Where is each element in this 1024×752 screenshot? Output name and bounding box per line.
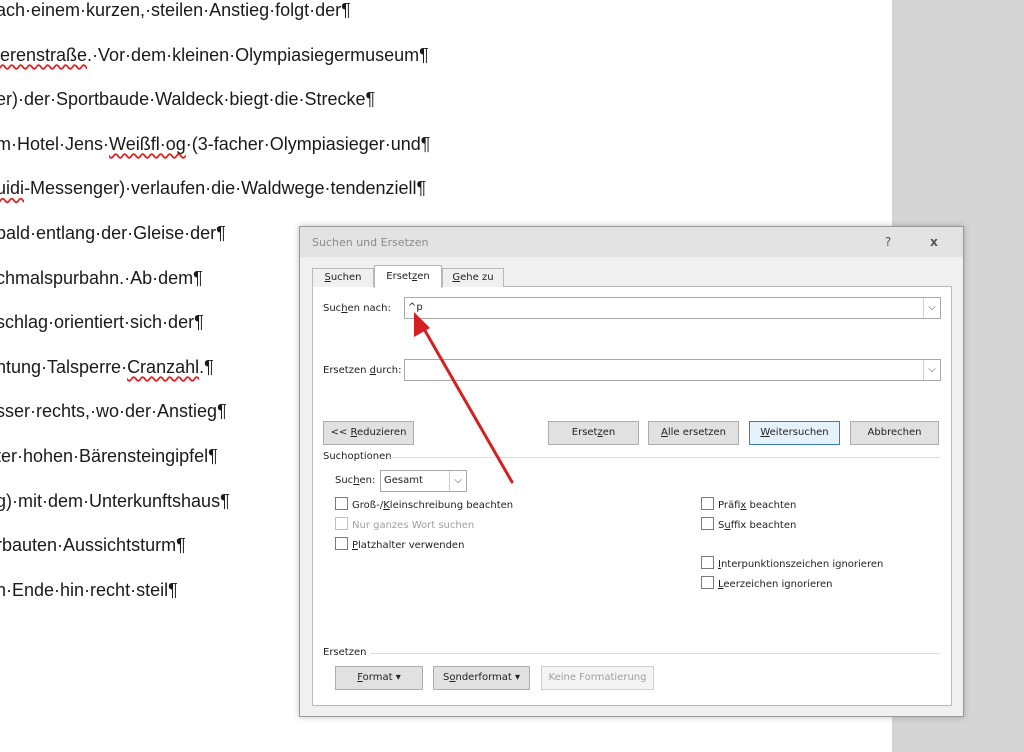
replace-section-separator xyxy=(370,653,940,654)
document-line: uidi-Messenger)·verlaufen·die·Waldwege·t… xyxy=(0,178,426,199)
replace-section-label: Ersetzen xyxy=(323,647,367,658)
tab-ersetzen[interactable]: Ersetzen xyxy=(374,265,442,288)
checkbox-label: Nur ganzes Wort suchen xyxy=(352,520,475,531)
search-direction-select[interactable]: Gesamt ⌵ xyxy=(380,470,467,492)
option-checkbox-right[interactable]: Suffix beachten xyxy=(701,517,796,531)
checkbox-label: Interpunktionszeichen ignorieren xyxy=(718,559,884,570)
document-text: .¶ xyxy=(199,356,214,377)
option-checkbox-right[interactable]: Interpunktionszeichen ignorieren xyxy=(701,556,883,570)
find-next-button[interactable]: Weitersuchen xyxy=(749,421,840,445)
search-direction-dropdown-icon[interactable]: ⌵ xyxy=(449,471,466,491)
replace-input[interactable]: ⌵ xyxy=(404,359,941,381)
find-dropdown-icon[interactable]: ⌵ xyxy=(923,298,940,318)
document-line: g)·mit·dem·Unterkunftshaus¶ xyxy=(0,491,230,512)
replace-button[interactable]: Ersetzen xyxy=(548,421,639,445)
option-checkbox-right[interactable]: Präfix beachten xyxy=(701,497,796,511)
dialog-titlebar[interactable]: Suchen und Ersetzen ? x xyxy=(300,227,963,257)
checkbox-icon[interactable] xyxy=(701,576,714,589)
spelling-error-text: Cranzahl xyxy=(127,356,200,377)
document-text: bald·entlang·der·Gleise·der¶ xyxy=(0,223,226,243)
document-line: ter·hohen·Bärensteingipfel¶ xyxy=(0,446,218,467)
document-line: sser·rechts,·wo·der·Anstieg¶ xyxy=(0,401,227,422)
search-direction-label: Suchen: xyxy=(335,475,376,486)
options-separator xyxy=(388,457,940,458)
replace-dropdown-icon[interactable]: ⌵ xyxy=(923,360,940,380)
document-line: chmalspurbahn.·Ab·dem¶ xyxy=(0,268,203,289)
format-button[interactable]: Format ▾ xyxy=(335,666,423,690)
option-checkbox-left[interactable]: Groß-/Kleinschreibung beachten xyxy=(335,497,513,511)
checkbox-icon[interactable] xyxy=(701,517,714,530)
document-text: g)·mit·dem·Unterkunftshaus¶ xyxy=(0,490,230,511)
document-line: bald·entlang·der·Gleise·der¶ xyxy=(0,223,226,244)
document-text: schlag·orientiert·sich·der¶ xyxy=(0,312,204,333)
document-line: ierenstraße.·Vor·dem·kleinen·Olympiasieg… xyxy=(0,45,429,66)
checkbox-label: Platzhalter verwenden xyxy=(352,540,465,551)
checkbox-label: Präfix beachten xyxy=(718,500,797,511)
less-button[interactable]: << Reduzieren xyxy=(323,421,414,445)
replace-label: Ersetzen durch: xyxy=(323,365,402,376)
document-text: .·Vor·dem·kleinen·Olympiasiegermuseum¶ xyxy=(87,44,429,65)
spelling-error-text: Weißfl·og xyxy=(109,133,186,154)
options-label: Suchoptionen xyxy=(323,451,392,462)
document-text: ach·einem·kurzen,·steilen·Anstieg·folgt·… xyxy=(0,0,351,20)
document-text: htung·Talsperre· xyxy=(0,356,128,377)
checkbox-label: Leerzeichen ignorieren xyxy=(718,579,833,590)
document-line: m·Hotel·Jens·Weißfl·og·(3-facher·Olympia… xyxy=(0,134,430,155)
checkbox-label: Suffix beachten xyxy=(718,520,797,531)
checkbox-icon[interactable] xyxy=(701,556,714,569)
find-input[interactable]: ^p ⌵ xyxy=(404,297,941,319)
find-label: Suchen nach: xyxy=(323,303,391,314)
special-format-button[interactable]: Sonderformat ▾ xyxy=(433,666,530,690)
option-checkbox-left: Nur ganzes Wort suchen xyxy=(335,517,474,531)
document-text: -Messenger)·verlaufen·die·Waldwege·tende… xyxy=(24,178,427,199)
find-replace-dialog: Suchen und Ersetzen ? x Suchen Ersetzen … xyxy=(299,226,964,717)
find-value: ^p xyxy=(408,302,423,313)
tab-suchen[interactable]: Suchen xyxy=(312,268,374,287)
option-checkbox-left[interactable]: Platzhalter verwenden xyxy=(335,537,464,551)
search-direction-value: Gesamt xyxy=(384,475,423,486)
checkbox-icon[interactable] xyxy=(335,537,348,550)
document-text: sser·rechts,·wo·der·Anstieg¶ xyxy=(0,401,227,422)
spelling-error-text: uidi xyxy=(0,178,25,199)
document-text: ter·hohen·Bärensteingipfel¶ xyxy=(0,446,218,466)
checkbox-label: Groß-/Kleinschreibung beachten xyxy=(352,500,514,511)
close-icon[interactable]: x xyxy=(912,227,956,257)
document-text: m·Hotel·Jens· xyxy=(0,133,110,154)
option-checkbox-right[interactable]: Leerzeichen ignorieren xyxy=(701,576,833,590)
document-text: ·(3-facher·Olympiasieger·und¶ xyxy=(185,133,431,154)
checkbox-icon[interactable] xyxy=(335,497,348,510)
document-text: chmalspurbahn.·Ab·dem¶ xyxy=(0,267,203,288)
document-text: rbauten·Aussichtsturm¶ xyxy=(0,535,186,556)
spelling-error-text: ierenstraße xyxy=(0,44,88,65)
document-line: schlag·orientiert·sich·der¶ xyxy=(0,312,204,333)
help-button[interactable]: ? xyxy=(866,227,910,257)
tab-gehe-zu[interactable]: Gehe zu xyxy=(442,268,504,287)
checkbox-icon xyxy=(335,517,348,530)
checkbox-icon[interactable] xyxy=(701,497,714,510)
document-line: rbauten·Aussichtsturm¶ xyxy=(0,535,186,556)
dialog-title: Suchen und Ersetzen xyxy=(312,236,429,249)
no-formatting-button: Keine Formatierung xyxy=(541,666,654,690)
document-text: er)·der·Sportbaude·Waldeck·biegt·die·Str… xyxy=(0,89,376,110)
replace-tab-panel xyxy=(312,286,952,706)
document-text: n·Ende·hin·recht·steil¶ xyxy=(0,579,178,600)
document-line: htung·Talsperre·Cranzahl.¶ xyxy=(0,357,214,378)
document-line: n·Ende·hin·recht·steil¶ xyxy=(0,580,178,601)
document-line: ach·einem·kurzen,·steilen·Anstieg·folgt·… xyxy=(0,0,351,21)
document-line: er)·der·Sportbaude·Waldeck·biegt·die·Str… xyxy=(0,89,375,110)
cancel-button[interactable]: Abbrechen xyxy=(850,421,939,445)
replace-all-button[interactable]: Alle ersetzen xyxy=(648,421,739,445)
